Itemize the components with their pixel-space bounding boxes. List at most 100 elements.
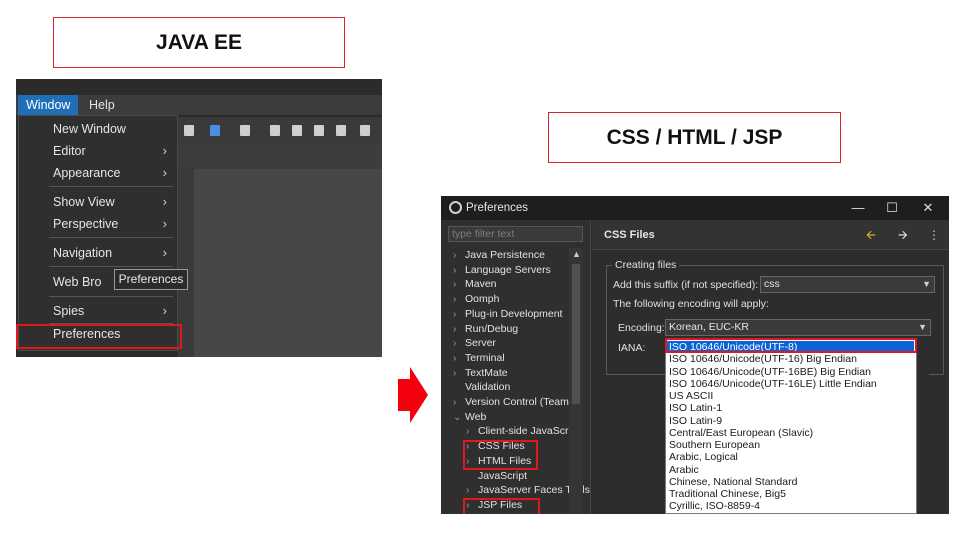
more-menu-icon[interactable]: ⋮ (928, 220, 940, 250)
tree-item[interactable]: Java Persistence (465, 248, 545, 263)
tree-item[interactable]: Maven (465, 277, 497, 292)
search-icon[interactable] (240, 125, 250, 136)
chevron-down-icon: ▼ (922, 279, 931, 289)
encoding-option[interactable]: ISO 10646/Unicode(UTF-16) Big Endian (669, 353, 857, 365)
group-title: Creating files (612, 259, 680, 271)
menu-item-perspective[interactable]: Perspective (53, 213, 118, 235)
server-icon[interactable] (184, 125, 194, 136)
tree-chevron-icon[interactable]: › (453, 263, 456, 278)
encoding-dropdown-list[interactable]: ISO 10646/Unicode(UTF-8) ISO 10646/Unicod… (665, 339, 917, 514)
gear-icon (449, 201, 462, 214)
tree-item[interactable]: TextMate (465, 366, 508, 381)
menu-item-editor[interactable]: Editor (53, 140, 86, 162)
encoding-option[interactable]: Cyrillic, ISO-8859-4 (669, 500, 760, 512)
tree-item[interactable]: Web (465, 410, 486, 425)
scroll-up-icon[interactable]: ▲ (572, 249, 581, 259)
minimize-button[interactable]: — (841, 196, 875, 220)
step-into-icon[interactable] (360, 125, 370, 136)
suspend-icon[interactable] (292, 125, 302, 136)
encoding-option[interactable]: ISO 10646/Unicode(UTF-16BE) Big Endian (669, 366, 871, 378)
menu-window[interactable]: Window (18, 95, 79, 115)
tree-chevron-icon[interactable]: › (453, 307, 456, 322)
tree-item[interactable]: Version Control (Team) (465, 395, 572, 410)
encoding-option[interactable]: Arabic (669, 464, 699, 476)
tree-item[interactable]: Client-side JavaScript (478, 424, 580, 439)
forward-arrow-icon[interactable]: 🡪 (898, 220, 908, 250)
encoding-option[interactable]: US ASCII (669, 390, 713, 402)
dialog-title-bar: Preferences — ☐ ✕ (441, 196, 949, 220)
encoding-option[interactable]: Chinese, National Standard (669, 476, 797, 488)
encoding-value: Korean, EUC-KR (669, 321, 749, 333)
tree-chevron-icon[interactable]: › (453, 277, 456, 292)
tree-chevron-icon[interactable]: › (453, 395, 456, 410)
tree-chevron-icon[interactable]: › (466, 424, 469, 439)
page-header: CSS Files 🡨 🡪 ⋮ (592, 220, 949, 250)
menu-item-navigation[interactable]: Navigation (53, 242, 112, 264)
tree-item[interactable]: Plug-in Development (465, 307, 562, 322)
encoding-option[interactable]: ISO Latin-9 (669, 415, 722, 427)
back-arrow-icon[interactable]: 🡨 (866, 220, 876, 250)
encoding-list-scrollbar[interactable] (917, 339, 929, 514)
encoding-option[interactable]: ISO Latin-1 (669, 402, 722, 414)
tree-chevron-icon[interactable]: ⌄ (453, 410, 461, 425)
suffix-label: Add this suffix (if not specified): (613, 279, 759, 291)
encoding-option[interactable]: Southern European (669, 439, 760, 451)
tree-chevron-icon[interactable]: › (453, 336, 456, 351)
tree-item[interactable]: Validation (465, 380, 510, 395)
tree-chevron-icon[interactable]: › (453, 351, 456, 366)
tree-item[interactable]: Terminal (465, 351, 505, 366)
tree-chevron-icon[interactable]: › (453, 292, 456, 307)
menu-item-appearance[interactable]: Appearance (53, 162, 120, 184)
title-css-html-jsp: CSS / HTML / JSP (548, 112, 841, 163)
menu-item-new-window[interactable]: New Window (53, 118, 126, 140)
menu-separator (49, 266, 173, 267)
eclipse-window-menu-screenshot: Window Help New Window Editor › Appearan… (16, 79, 382, 357)
terminate-icon[interactable] (314, 125, 324, 136)
menu-item-web-browser[interactable]: Web Bro (53, 271, 101, 293)
menu-help[interactable]: Help (81, 95, 123, 115)
suffix-value: css (764, 278, 780, 290)
editor-area (178, 147, 382, 357)
preferences-tooltip: Preferences (114, 269, 188, 290)
tree-chevron-icon[interactable]: › (453, 322, 456, 337)
tree-chevron-icon[interactable]: › (453, 248, 456, 263)
encoding-option[interactable]: Arabic, Logical (669, 451, 738, 463)
page-title: CSS Files (604, 229, 655, 241)
encoding-option[interactable]: Central/East European (Slavic) (669, 427, 813, 439)
close-button[interactable]: ✕ (911, 196, 945, 220)
chevron-right-icon: › (162, 143, 167, 158)
tree-item[interactable]: Language Servers (465, 263, 551, 278)
toolbar (178, 117, 382, 145)
tree-item[interactable]: JavaScript (478, 469, 527, 484)
dialog-title: Preferences (466, 202, 529, 214)
resume-icon[interactable] (270, 125, 280, 136)
maximize-button[interactable]: ☐ (875, 196, 909, 220)
tree-chevron-icon[interactable]: › (453, 366, 456, 381)
filter-input[interactable]: type filter text (448, 226, 583, 242)
encoding-combo[interactable]: Korean, EUC-KR ▼ (665, 319, 931, 336)
tree-chevron-icon[interactable]: › (466, 483, 469, 498)
chevron-down-icon: ▼ (918, 322, 927, 332)
menu-item-show-view[interactable]: Show View (53, 191, 115, 213)
menu-item-spies[interactable]: Spies (53, 300, 84, 322)
encoding-option[interactable]: Traditional Chinese, Big5 (669, 488, 786, 500)
chevron-right-icon: › (162, 303, 167, 318)
encoding-label: Encoding: (618, 322, 665, 334)
tree-item[interactable]: Server (465, 336, 496, 351)
suffix-combo[interactable]: css ▼ (760, 276, 935, 293)
chevron-right-icon: › (162, 245, 167, 260)
tree-item[interactable]: Run/Debug (465, 322, 518, 337)
menu-separator (49, 296, 173, 297)
arrow-right-icon (398, 367, 428, 423)
highlight-css-html (463, 440, 538, 470)
title-java-ee: JAVA EE (53, 17, 345, 68)
chevron-right-icon: › (162, 216, 167, 231)
disconnect-icon[interactable] (336, 125, 346, 136)
task-icon[interactable] (210, 125, 220, 136)
highlight-jsp (463, 498, 540, 514)
encoding-option[interactable]: ISO 10646/Unicode(UTF-16LE) Little Endia… (669, 378, 877, 390)
menu-separator (49, 186, 173, 187)
tree-item[interactable]: Oomph (465, 292, 499, 307)
tree-scrollbar-thumb[interactable] (572, 264, 580, 404)
editor-tab-bar (178, 145, 382, 169)
